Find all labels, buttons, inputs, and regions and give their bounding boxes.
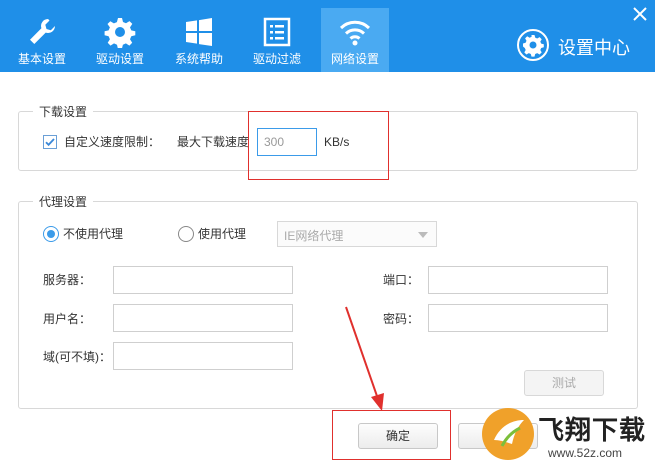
domain-label: 域(可不填)： — [43, 350, 111, 364]
settings-gear-icon — [516, 28, 550, 62]
gear-icon — [104, 16, 136, 48]
speed-limit-checkbox[interactable] — [43, 135, 57, 149]
windows-icon — [183, 16, 215, 48]
use-proxy-label: 使用代理 — [198, 227, 247, 241]
port-label: 端口： — [383, 273, 420, 287]
port-input[interactable] — [428, 266, 608, 294]
ok-highlight-box — [332, 410, 451, 460]
tab-basic-settings[interactable]: 基本设置 — [8, 8, 76, 72]
watermark-logo — [480, 406, 536, 462]
settings-center-title: 设置中心 — [516, 28, 646, 62]
chevron-down-icon — [418, 232, 428, 238]
close-icon[interactable] — [630, 4, 650, 24]
watermark-title: 飞翔下载 — [538, 415, 647, 445]
tab-system-help[interactable]: 系统帮助 — [165, 8, 233, 72]
download-settings-legend: 下载设置 — [33, 104, 94, 120]
tab-label: 网络设置 — [330, 52, 379, 66]
watermark: 飞翔下载 www.52z.com — [478, 404, 655, 466]
tab-label: 驱动过滤 — [252, 52, 301, 66]
server-input[interactable] — [113, 266, 293, 294]
test-button[interactable]: 测试 — [524, 370, 604, 396]
tab-driver-settings[interactable]: 驱动设置 — [86, 8, 154, 72]
no-proxy-radio[interactable] — [43, 226, 59, 242]
annotation-arrow — [345, 306, 384, 411]
server-label: 服务器： — [43, 273, 92, 287]
use-proxy-radio[interactable] — [178, 226, 194, 242]
domain-input[interactable] — [113, 342, 293, 370]
tab-label: 基本设置 — [17, 52, 66, 66]
tab-label: 系统帮助 — [174, 52, 223, 66]
username-input[interactable] — [113, 304, 293, 332]
wrench-icon — [26, 16, 58, 48]
password-input[interactable] — [428, 304, 608, 332]
page-title: 设置中心 — [558, 38, 630, 58]
username-label: 用户名： — [43, 312, 92, 326]
speed-limit-label: 自定义速度限制： — [64, 135, 161, 149]
list-icon — [261, 16, 293, 48]
proxy-settings-legend: 代理设置 — [33, 194, 94, 210]
tab-label: 驱动设置 — [95, 52, 144, 66]
proxy-type-select[interactable]: IE网络代理 — [277, 221, 437, 247]
max-speed-label: 最大下载速度 — [177, 135, 250, 149]
proxy-type-value: IE网络代理 — [284, 229, 344, 243]
header-bar: 基本设置 驱动设置 系统帮助 驱动过滤 网络设置 设置中心 — [0, 0, 655, 72]
no-proxy-label: 不使用代理 — [63, 227, 124, 241]
speed-highlight-box — [248, 111, 389, 180]
tab-driver-filter[interactable]: 驱动过滤 — [243, 8, 311, 72]
wifi-icon — [339, 16, 371, 48]
watermark-subtitle: www.52z.com — [548, 446, 623, 460]
tab-network-settings[interactable]: 网络设置 — [321, 8, 389, 72]
